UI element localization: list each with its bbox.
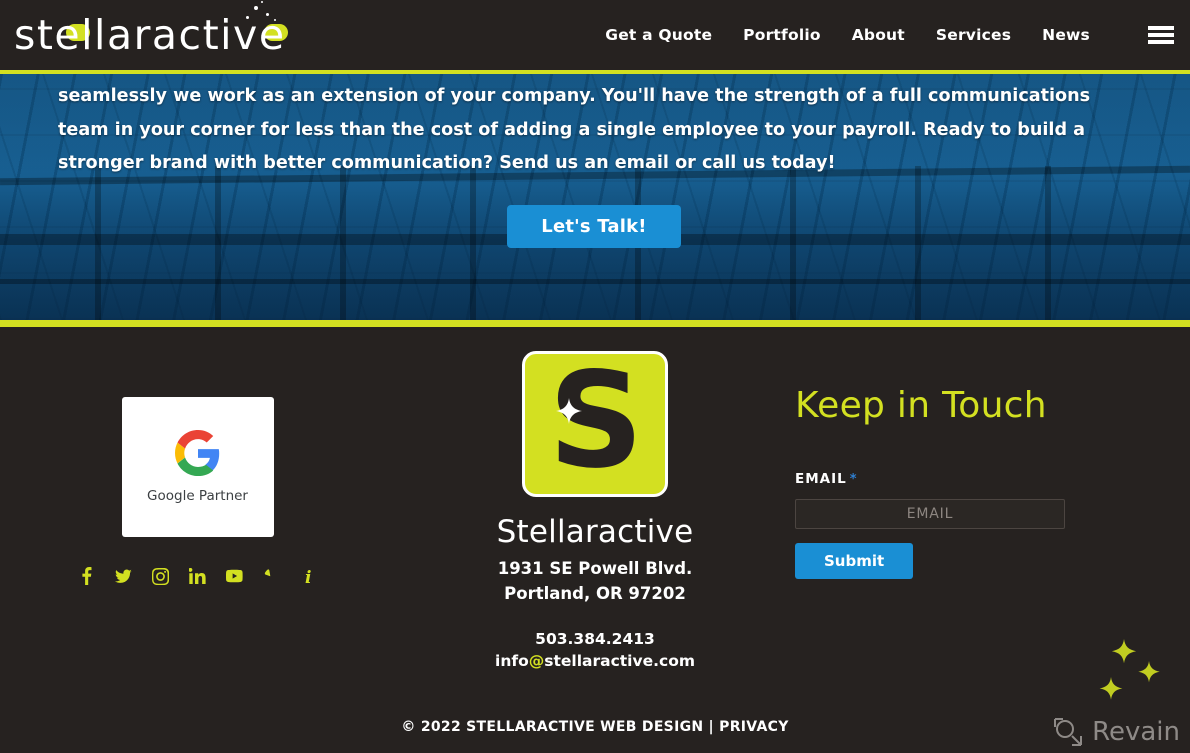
email-address[interactable]: info@stellaractive.com bbox=[495, 650, 695, 672]
facebook-icon[interactable] bbox=[78, 567, 95, 585]
copyright-text[interactable]: © 2022 STELLARACTIVE WEB DESIGN | PRIVAC… bbox=[0, 719, 1190, 735]
svg-text:i: i bbox=[305, 568, 311, 585]
submit-button[interactable]: Submit bbox=[795, 543, 914, 579]
contact-block: 503.384.2413 info@stellaractive.com bbox=[495, 628, 695, 672]
nav-item-news[interactable]: News bbox=[1042, 26, 1090, 44]
site-logo[interactable]: stellaractive bbox=[14, 0, 288, 70]
footer-left-column: Google Partner i bbox=[0, 327, 395, 707]
section-divider bbox=[0, 320, 1190, 327]
yelp-icon[interactable] bbox=[263, 567, 280, 585]
main-navigation: Get a Quote Portfolio About Services New… bbox=[605, 26, 1174, 44]
footer-center-column: S Stellaractive 1931 SE Powell Blvd. Por… bbox=[395, 327, 795, 707]
badge-sparkle-icon bbox=[556, 398, 582, 424]
youtube-icon[interactable] bbox=[226, 567, 243, 585]
hamburger-icon[interactable] bbox=[1148, 26, 1174, 44]
email-domain: stellaractive.com bbox=[544, 652, 695, 670]
hero-decor-beam bbox=[0, 279, 1190, 284]
email-label-text: EMAIL bbox=[795, 471, 847, 487]
logo-sparkle-icon bbox=[274, 19, 276, 21]
nav-item-portfolio[interactable]: Portfolio bbox=[743, 26, 821, 44]
email-user: info bbox=[495, 652, 529, 670]
site-header: stellaractive Get a Quote Portfolio Abou… bbox=[0, 0, 1190, 70]
social-links: i bbox=[78, 567, 317, 585]
email-input[interactable] bbox=[795, 499, 1065, 529]
logo-sparkle-icon bbox=[254, 6, 258, 10]
revain-logo-icon bbox=[1054, 718, 1083, 746]
address-block: 1931 SE Powell Blvd. Portland, OR 97202 bbox=[498, 556, 693, 606]
hero-cta-wrapper: Let's Talk! bbox=[58, 204, 1130, 248]
revain-watermark: Revain bbox=[1051, 715, 1180, 749]
nav-item-about[interactable]: About bbox=[852, 26, 905, 44]
google-g-icon bbox=[174, 430, 219, 476]
address-line-2: Portland, OR 97202 bbox=[504, 584, 686, 603]
address-line-1: 1931 SE Powell Blvd. bbox=[497, 559, 693, 578]
google-partner-badge[interactable]: Google Partner bbox=[121, 397, 274, 537]
instagram-icon[interactable] bbox=[152, 567, 169, 585]
hero-content: seamlessly we work as an extension of yo… bbox=[0, 74, 1190, 248]
hero-paragraph: seamlessly we work as an extension of yo… bbox=[58, 86, 1091, 173]
email-at-symbol: @ bbox=[528, 652, 545, 670]
nav-item-services[interactable]: Services bbox=[936, 26, 1011, 44]
hero-section: seamlessly we work as an extension of yo… bbox=[0, 70, 1190, 320]
page-root: stellaractive Get a Quote Portfolio Abou… bbox=[0, 0, 1190, 753]
brand-name: Stellaractive bbox=[496, 514, 694, 550]
watermark-sparkles-icon bbox=[1099, 639, 1160, 700]
keep-in-touch-heading: Keep in Touch bbox=[795, 385, 1047, 426]
lets-talk-button[interactable]: Let's Talk! bbox=[507, 204, 681, 248]
logo-sparkle-icon bbox=[246, 16, 249, 19]
email-field-label: EMAIL * bbox=[795, 471, 1190, 487]
nav-item-get-a-quote[interactable]: Get a Quote bbox=[605, 26, 712, 44]
linkedin-icon[interactable] bbox=[189, 567, 206, 585]
phone-number[interactable]: 503.384.2413 bbox=[495, 628, 695, 650]
footer-columns: Google Partner i S Stellaractive 1931 SE… bbox=[0, 327, 1190, 707]
google-partner-label: Google Partner bbox=[147, 488, 248, 504]
site-footer: Google Partner i S Stellaractive 1931 SE… bbox=[0, 327, 1190, 753]
logo-text: stellaractive bbox=[14, 10, 286, 59]
required-asterisk: * bbox=[849, 472, 858, 487]
info-icon[interactable]: i bbox=[300, 567, 317, 585]
twitter-icon[interactable] bbox=[115, 567, 132, 585]
logo-sparkle-icon bbox=[261, 1, 263, 3]
revain-watermark-label: Revain bbox=[1092, 717, 1180, 747]
stellaractive-badge-logo[interactable]: S bbox=[522, 351, 668, 497]
logo-sparkle-icon bbox=[266, 13, 269, 16]
